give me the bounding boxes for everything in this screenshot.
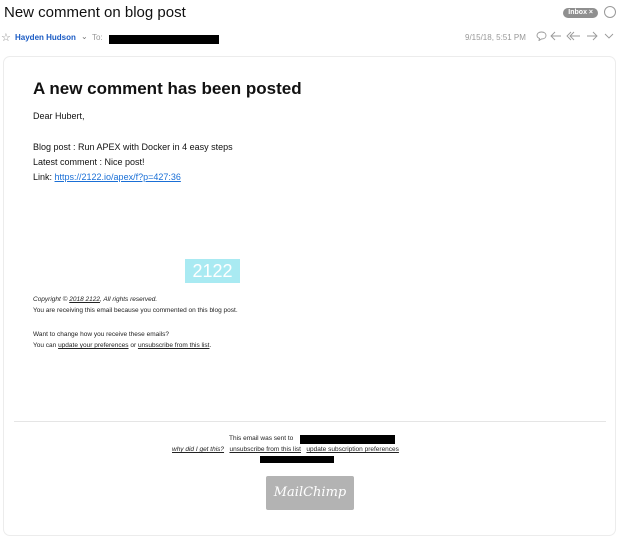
update-preferences-link[interactable]: update your preferences xyxy=(58,342,128,349)
chevron-down-icon[interactable]: ⌄ xyxy=(81,32,88,41)
latest-comment-text: Latest comment : Nice post! xyxy=(33,157,145,167)
greeting-text: Dear Hubert, xyxy=(33,111,85,121)
bottom-unsubscribe-link[interactable]: unsubscribe from this list xyxy=(229,446,301,453)
to-label: To: xyxy=(92,33,103,42)
copyright-line: Copyright © 2018 2122, All rights reserv… xyxy=(33,296,157,303)
email-heading: A new comment has been posted xyxy=(33,79,302,98)
preferences-line: You can update your preferences or unsub… xyxy=(33,342,211,349)
link-label: Link: xyxy=(33,172,55,182)
redacted-address-line xyxy=(260,456,334,463)
status-circle-icon[interactable] xyxy=(604,6,616,18)
redacted-email-address xyxy=(300,435,395,444)
update-subscription-link[interactable]: update subscription preferences xyxy=(306,446,399,453)
unsubscribe-link[interactable]: unsubscribe from this list xyxy=(138,342,210,349)
or-text: or xyxy=(128,342,138,349)
email-subject: New comment on blog post xyxy=(4,4,186,21)
redacted-recipient xyxy=(109,35,219,44)
bottom-links-row: why did I get this? unsubscribe from thi… xyxy=(172,446,399,453)
sent-to-text: This email was sent to xyxy=(229,435,294,442)
star-icon[interactable]: ☆ xyxy=(1,31,11,44)
reply-all-icon[interactable] xyxy=(566,31,581,44)
email-header-row: ☆ Hayden Hudson ⌄ To: 9/15/18, 5:51 PM xyxy=(0,31,620,46)
blog-link[interactable]: https://2122.io/apex/f?p=427:36 xyxy=(55,172,181,182)
footer-divider xyxy=(14,421,606,422)
copyright-prefix: Copyright © xyxy=(33,296,70,303)
mailchimp-logo[interactable]: MailChimp xyxy=(266,476,354,510)
site-logo[interactable]: 2122 xyxy=(185,259,240,283)
speech-bubble-icon[interactable] xyxy=(536,31,547,44)
why-link[interactable]: why did I get this? xyxy=(172,446,224,453)
more-chevron-icon[interactable] xyxy=(604,31,614,44)
email-date: 9/15/18, 5:51 PM xyxy=(465,33,526,42)
period-text: . xyxy=(209,342,212,349)
reply-icon[interactable] xyxy=(550,31,562,44)
copyright-suffix: , All rights reserved. xyxy=(99,296,158,303)
sender-name[interactable]: Hayden Hudson xyxy=(15,33,76,42)
forward-icon[interactable] xyxy=(586,31,598,44)
want-change-text: Want to change how you receive these ema… xyxy=(33,331,169,338)
link-line: Link: https://2122.io/apex/f?p=427:36 xyxy=(33,172,181,182)
blog-post-text: Blog post : Run APEX with Docker in 4 ea… xyxy=(33,142,233,152)
copyright-link[interactable]: 2018 2122 xyxy=(69,296,100,303)
receiving-reason-text: You are receiving this email because you… xyxy=(33,307,238,314)
can-prefix: You can xyxy=(33,342,59,349)
inbox-label-badge[interactable]: Inbox × xyxy=(563,8,598,18)
